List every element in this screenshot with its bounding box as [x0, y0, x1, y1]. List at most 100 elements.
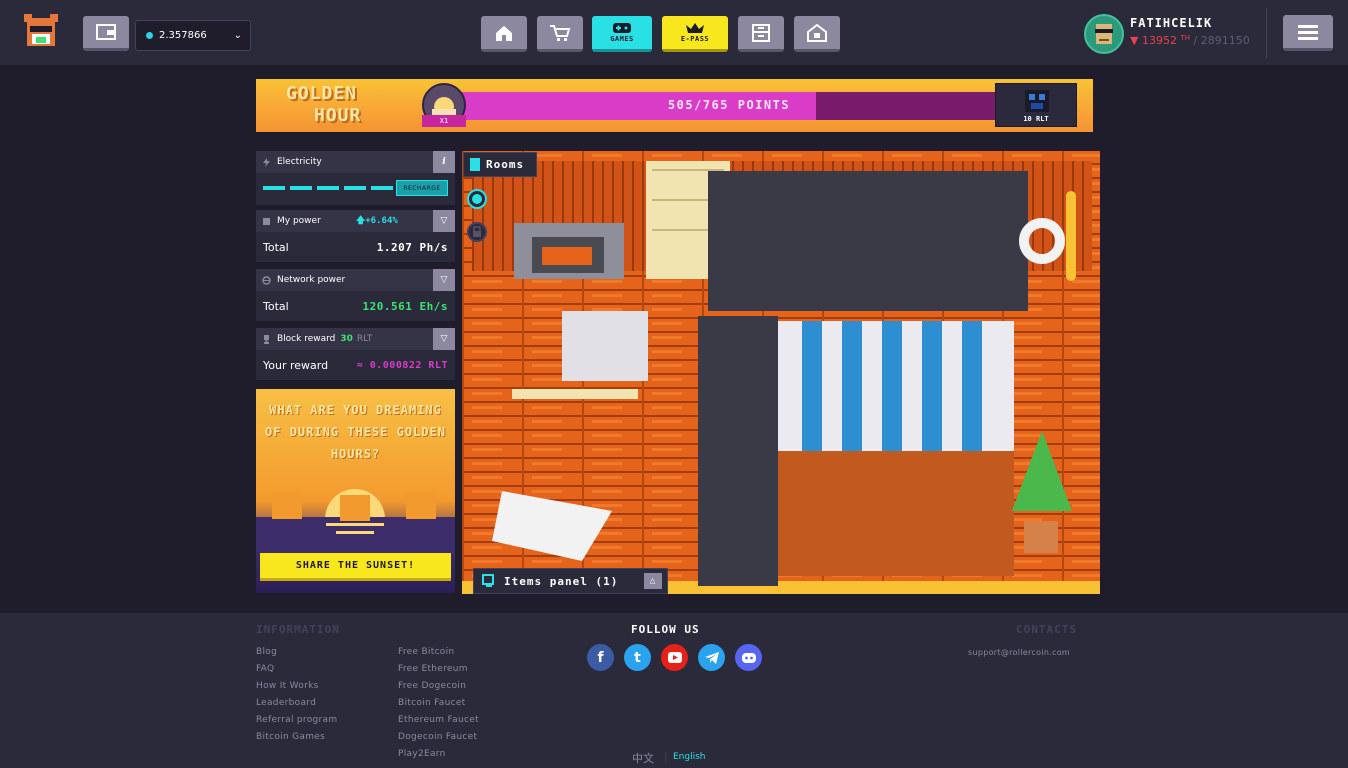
youtube-button[interactable] — [661, 644, 688, 671]
nav-marketplace-button[interactable] — [537, 16, 583, 52]
language-en[interactable]: English — [673, 752, 706, 762]
room-selector-1[interactable] — [467, 189, 487, 209]
your-reward-label: Your reward — [263, 358, 329, 372]
footer-link[interactable]: FAQ — [256, 664, 274, 674]
nav-home-button[interactable] — [481, 16, 527, 52]
my-power-header: My power 🡅+6.64% ▽ — [256, 210, 455, 232]
facebook-button[interactable]: f — [587, 644, 614, 671]
menu-button[interactable] — [1283, 15, 1333, 51]
room-active-dot — [472, 194, 482, 204]
my-power-total-label: Total — [263, 240, 289, 254]
balance-select[interactable]: 2.357866 ⌄ — [135, 20, 251, 51]
chevron-down-icon: ⌄ — [233, 30, 242, 41]
network-power-label: Network power — [277, 275, 346, 285]
gamepad-icon — [613, 23, 631, 33]
my-power-total-value: 1.207 Ph/s — [376, 240, 448, 254]
footer-link[interactable]: Play2Earn — [398, 749, 446, 759]
electricity-label: Electricity — [277, 157, 322, 167]
nav-storage-button[interactable] — [738, 16, 784, 52]
twitter-button[interactable]: t — [624, 644, 651, 671]
facebook-icon: f — [597, 649, 604, 666]
footer-link[interactable]: Leaderboard — [256, 698, 316, 708]
rooms-tab[interactable]: Rooms — [463, 152, 537, 177]
items-panel-label: Items panel (1) — [504, 574, 619, 588]
footer-link[interactable]: How It Works — [256, 681, 319, 691]
footer-link[interactable]: Bitcoin Games — [256, 732, 325, 742]
footer — [0, 613, 1348, 768]
contact-email-link[interactable]: support@rollercoin.com — [968, 648, 1070, 657]
telegram-button[interactable] — [698, 644, 725, 671]
golden-hour-banner[interactable]: GOLDEN HOUR 505/765 POINTS X1 10 RLT — [256, 79, 1093, 132]
information-heading: INFORMATION — [256, 623, 340, 636]
globe-icon — [262, 275, 271, 285]
footer-link[interactable]: Ethereum Faucet — [398, 715, 479, 725]
trophy-icon — [264, 334, 269, 344]
language-zh[interactable]: 中文 — [632, 750, 654, 766]
footer-link[interactable]: Free Bitcoin — [398, 647, 454, 657]
network-power-body: Total 120.561 Eh/s — [256, 291, 455, 321]
my-power-change-value: +6.64% — [365, 216, 398, 226]
info-icon: i — [442, 157, 446, 167]
footer-link[interactable]: Free Dogecoin — [398, 681, 466, 691]
miner-icon — [263, 217, 270, 225]
user-rank: ▼ 13952 — [1130, 34, 1177, 47]
room-selector-locked[interactable] — [467, 222, 487, 242]
reward-box: 10 RLT — [995, 83, 1077, 127]
nav-games-button[interactable]: GAMES — [592, 16, 652, 52]
your-reward-value: ≈ 0.000822 RLT — [356, 359, 448, 371]
nav-my-room-button[interactable] — [794, 16, 840, 52]
language-separator: | — [664, 750, 668, 763]
chevron-up-icon: △ — [649, 576, 657, 586]
nav-games-label: GAMES — [610, 35, 634, 43]
golden-hour-promo: WHAT ARE YOU DREAMING OF DURING THESE GO… — [256, 389, 455, 593]
storage-icon — [752, 23, 770, 42]
header-divider — [1266, 8, 1267, 58]
footer-link[interactable]: Dogecoin Faucet — [398, 732, 477, 742]
items-panel-toggle[interactable]: △ — [644, 573, 662, 589]
share-sunset-button[interactable]: SHARE THE SUNSET! — [260, 553, 451, 581]
rlt-coin-icon — [146, 32, 153, 39]
my-power-body: Total 1.207 Ph/s — [256, 232, 455, 262]
discord-button[interactable] — [735, 644, 762, 671]
lock-icon — [473, 226, 481, 237]
user-avatar[interactable] — [1084, 14, 1124, 54]
electricity-info-button[interactable]: i — [433, 151, 455, 173]
network-power-toggle[interactable]: ▽ — [433, 269, 455, 291]
wallet-button[interactable] — [83, 16, 129, 51]
footer-link[interactable]: Blog — [256, 647, 277, 657]
footer-link[interactable]: Referral program — [256, 715, 337, 725]
rollercoin-logo[interactable] — [24, 14, 58, 50]
mining-room[interactable] — [462, 151, 1100, 594]
block-reward-unit: RLT — [356, 334, 373, 344]
block-reward-header: Block reward 30 RLT ▽ — [256, 328, 455, 350]
banner-title-line1: GOLDEN — [286, 83, 358, 104]
twitter-icon: t — [634, 649, 641, 666]
electricity-panel: Electricity i RECHARGE — [256, 151, 455, 205]
discord-icon — [741, 652, 756, 663]
nav-epass-button[interactable]: E-PASS — [662, 16, 728, 52]
recharge-button[interactable]: RECHARGE — [396, 180, 448, 196]
sunset-illustration — [256, 489, 455, 553]
block-reward-toggle[interactable]: ▽ — [433, 328, 455, 350]
network-power-total-value: 120.561 Eh/s — [362, 299, 448, 313]
username[interactable]: FATIHCELIK — [1130, 16, 1212, 30]
user-total: / 2891150 — [1193, 34, 1250, 47]
footer-link[interactable]: Free Ethereum — [398, 664, 468, 674]
network-power-total-label: Total — [263, 299, 289, 313]
my-power-panel: My power 🡅+6.64% ▽ Total 1.207 Ph/s — [256, 210, 455, 262]
banner-title-line2: HOUR — [314, 105, 362, 126]
electricity-body: RECHARGE — [256, 173, 455, 203]
items-icon — [482, 574, 494, 587]
items-panel[interactable]: Items panel (1) △ — [473, 568, 668, 594]
chevron-down-icon: ▽ — [440, 216, 448, 226]
rooms-tab-label: Rooms — [486, 158, 525, 171]
room-icon — [807, 23, 827, 42]
book-icon — [470, 158, 480, 171]
miner-reward-icon — [1025, 90, 1049, 112]
footer-link[interactable]: Bitcoin Faucet — [398, 698, 466, 708]
crown-icon — [686, 23, 704, 33]
youtube-icon — [667, 652, 682, 663]
block-reward-label: Block reward — [277, 334, 336, 344]
banner-title: GOLDEN HOUR — [286, 83, 361, 127]
my-power-toggle[interactable]: ▽ — [433, 210, 455, 232]
